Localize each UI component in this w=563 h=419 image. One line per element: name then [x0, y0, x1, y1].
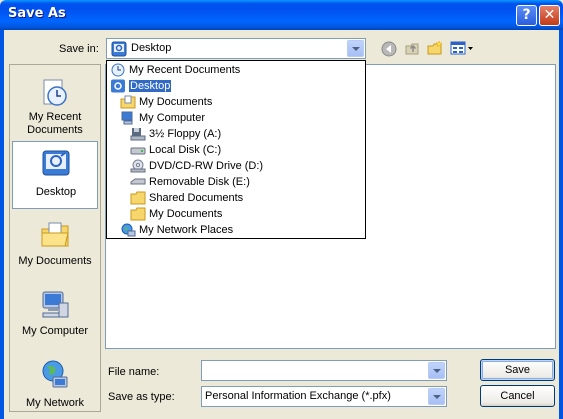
place-desktop[interactable]: Desktop — [12, 141, 98, 209]
place-label: My Network — [25, 397, 85, 409]
save-as-type-label: Save as type: — [108, 391, 175, 403]
chevron-down-icon[interactable] — [428, 388, 445, 405]
place-recent-documents[interactable]: My Recent Documents — [12, 71, 98, 139]
recent-documents-icon — [111, 63, 125, 77]
place-label: Desktop — [35, 186, 77, 198]
folder-icon — [130, 191, 146, 205]
network-places-icon — [121, 223, 136, 237]
save-in-value: Desktop — [131, 42, 172, 54]
my-documents-icon — [120, 95, 136, 109]
removable-disk-icon — [130, 178, 146, 185]
views-menu-icon[interactable] — [450, 41, 474, 55]
chevron-down-icon[interactable] — [347, 40, 364, 57]
place-label: My Computer — [21, 325, 89, 337]
file-name-field[interactable] — [201, 360, 447, 381]
save-in-combo[interactable]: Desktop — [106, 38, 366, 59]
place-my-network[interactable]: My Network — [12, 353, 98, 419]
dropdown-item-desktop[interactable]: Desktop — [110, 78, 172, 94]
my-network-icon — [42, 360, 68, 388]
save-in-dropdown[interactable]: My Recent Documents Desktop My Documents… — [106, 60, 366, 239]
place-my-documents[interactable]: My Documents — [12, 213, 98, 281]
file-name-label: File name: — [108, 366, 160, 378]
places-bar: My Recent Documents Desktop My Documents… — [9, 64, 101, 412]
cd-drive-icon — [130, 159, 146, 173]
new-folder-icon[interactable] — [427, 40, 443, 56]
save-as-type-select[interactable]: Personal Information Exchange (*.pfx) — [201, 386, 447, 407]
floppy-drive-icon — [130, 128, 146, 141]
save-in-label: Save in: — [59, 43, 99, 55]
help-button[interactable]: ? — [516, 5, 537, 26]
hard-disk-icon — [130, 147, 146, 155]
my-documents-icon — [41, 222, 69, 247]
dropdown-item-shared-documents[interactable]: Shared Documents — [130, 190, 243, 206]
dropdown-item-recent-documents[interactable]: My Recent Documents — [110, 62, 240, 78]
dropdown-item-dvd-drive[interactable]: DVD/CD-RW Drive (D:) — [130, 158, 263, 174]
place-label: My Recent Documents — [27, 111, 83, 136]
place-label: My Documents — [18, 255, 92, 267]
desktop-icon — [42, 150, 70, 176]
my-computer-icon — [42, 291, 69, 318]
chevron-down-icon[interactable] — [428, 362, 445, 379]
dropdown-item-floppy[interactable]: 3½ Floppy (A:) — [130, 126, 221, 142]
up-folder-icon[interactable] — [404, 40, 420, 56]
close-button[interactable]: ✕ — [539, 5, 560, 26]
window-title: Save As — [8, 6, 66, 21]
dropdown-item-local-disk[interactable]: Local Disk (C:) — [130, 142, 221, 158]
desktop-icon — [111, 41, 127, 57]
dropdown-item-network-places[interactable]: My Network Places — [120, 222, 233, 238]
back-icon[interactable] — [381, 41, 397, 57]
title-bar[interactable]: Save As ? ✕ — [0, 0, 563, 30]
save-as-type-value: Personal Information Exchange (*.pfx) — [205, 390, 391, 402]
save-button[interactable]: Save — [480, 359, 555, 381]
folder-icon — [130, 207, 146, 221]
dropdown-item-my-documents[interactable]: My Documents — [120, 94, 212, 110]
cancel-button[interactable]: Cancel — [480, 385, 555, 407]
dropdown-item-my-computer[interactable]: My Computer — [120, 110, 205, 126]
window-border-left — [0, 30, 4, 419]
my-computer-icon — [121, 111, 133, 125]
recent-documents-icon — [43, 79, 67, 106]
desktop-icon — [111, 79, 125, 93]
dropdown-item-my-documents-folder[interactable]: My Documents — [130, 206, 222, 222]
window-border-right — [559, 30, 563, 419]
dropdown-item-removable-disk[interactable]: Removable Disk (E:) — [130, 174, 250, 190]
place-my-computer[interactable]: My Computer — [12, 283, 98, 351]
